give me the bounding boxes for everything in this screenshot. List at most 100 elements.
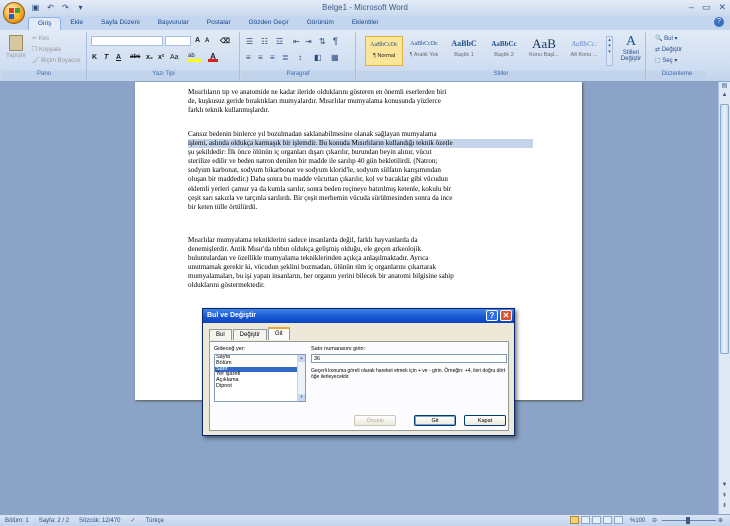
- font-color-icon[interactable]: A: [208, 52, 218, 62]
- line-spacing-icon[interactable]: ↕: [298, 53, 302, 62]
- tab-insert[interactable]: Ekle: [61, 17, 92, 30]
- change-styles-button[interactable]: A Stilleri Değiştir: [617, 34, 645, 70]
- tab-replace[interactable]: Değiştir: [232, 329, 268, 340]
- change-case-button[interactable]: Aa: [170, 54, 179, 63]
- line-number-input[interactable]: 36: [311, 354, 507, 363]
- web-layout-view-icon[interactable]: [592, 516, 601, 524]
- bullets-icon[interactable]: ☰: [246, 37, 253, 46]
- list-item[interactable]: Dipnot: [215, 383, 298, 390]
- tab-home[interactable]: Giriş: [28, 17, 62, 30]
- increase-indent-icon[interactable]: ⇥: [305, 37, 312, 46]
- style-heading-1[interactable]: AaBbC Başlık 1: [445, 36, 483, 66]
- align-center-icon[interactable]: ≡: [258, 53, 263, 62]
- previous-page-icon[interactable]: ⇞: [719, 492, 730, 502]
- goto-panel: Gideceğ yer: Sayfa Bölüm Satır Yer işare…: [209, 341, 509, 431]
- go-to-button[interactable]: Git: [414, 415, 456, 426]
- dialog-titlebar[interactable]: Bul ve Değiştir ? ✕: [203, 309, 514, 323]
- full-screen-view-icon[interactable]: [581, 516, 590, 524]
- list-scroll-down-icon[interactable]: ▼: [298, 394, 305, 401]
- grow-font-button[interactable]: A: [195, 37, 200, 46]
- sort-icon[interactable]: ⇅: [319, 37, 326, 46]
- align-right-icon[interactable]: ≡: [270, 53, 275, 62]
- bold-button[interactable]: K: [92, 54, 97, 63]
- zoom-slider-thumb[interactable]: [686, 517, 690, 524]
- clear-format-icon[interactable]: ⌫: [220, 37, 230, 46]
- vertical-scrollbar[interactable]: ▤ ▲ ▼ ⇞ ⇟: [718, 82, 730, 514]
- style-normal[interactable]: AaBbCcDc ¶ Normal: [365, 36, 403, 66]
- maximize-button[interactable]: ▭: [702, 2, 711, 13]
- outline-view-icon[interactable]: [603, 516, 612, 524]
- tab-goto[interactable]: Git: [268, 327, 290, 340]
- highlight-color-icon[interactable]: ab: [188, 53, 202, 62]
- paragraph-group: ☰ ☷ ☲ ⇤ ⇥ ⇅ ¶ ≡ ≡ ≡ ≣ ↕ ◧ ▦ Paragraf: [241, 32, 356, 80]
- next-page-icon[interactable]: ⇟: [719, 502, 730, 512]
- font-name-input[interactable]: [91, 36, 163, 46]
- style-heading-2[interactable]: AaBbCc Başlık 2: [485, 36, 523, 66]
- strikethrough-button[interactable]: abc: [130, 54, 140, 63]
- tab-view[interactable]: Görünüm: [298, 17, 343, 30]
- tab-references[interactable]: Başvurular: [149, 17, 198, 30]
- status-words[interactable]: Sözcük: 12/470: [74, 518, 125, 524]
- italic-button[interactable]: T: [104, 54, 108, 63]
- underline-button[interactable]: A: [116, 54, 121, 63]
- tab-find[interactable]: Bul: [209, 329, 232, 340]
- view-buttons: [570, 516, 623, 524]
- show-formatting-icon[interactable]: ¶: [333, 36, 338, 46]
- find-button[interactable]: 🔍 Bul ▾: [655, 35, 678, 42]
- select-button[interactable]: ⬚ Seç ▾: [655, 57, 677, 64]
- status-section[interactable]: Bölüm: 1: [0, 518, 34, 524]
- style-subtitle[interactable]: AaBbCc. Alt Konu ...: [565, 36, 603, 66]
- ribbon: Yapıştır ✂ Kes ❐ Kopyala 🖌 Biçim Boyacıs…: [0, 30, 730, 82]
- shading-icon[interactable]: ◧: [314, 53, 322, 62]
- multilevel-list-icon[interactable]: ☲: [276, 37, 283, 46]
- superscript-button[interactable]: x²: [158, 54, 164, 63]
- format-painter-button[interactable]: 🖌 Biçim Boyacısı: [32, 57, 81, 64]
- office-button[interactable]: [3, 2, 25, 24]
- document-workspace[interactable]: Mısırlıların tıp ve anatomide ne kadar i…: [0, 82, 718, 514]
- font-size-input[interactable]: [165, 36, 191, 46]
- scroll-down-icon[interactable]: ▼: [719, 482, 730, 492]
- styles-scroll-icon[interactable]: ▴ ▾ ▾: [606, 36, 613, 66]
- copy-button[interactable]: ❐ Kopyala: [32, 46, 61, 53]
- paste-button[interactable]: Yapıştır: [5, 34, 27, 68]
- cut-button[interactable]: ✂ Kes: [32, 35, 49, 42]
- draft-view-icon[interactable]: [614, 516, 623, 524]
- status-page[interactable]: Sayfa: 2 / 2: [34, 518, 74, 524]
- justify-icon[interactable]: ≣: [282, 53, 289, 62]
- ruler-toggle-icon[interactable]: ▤: [719, 82, 730, 92]
- close-window-button[interactable]: ✕: [718, 2, 726, 13]
- shrink-font-button[interactable]: A: [205, 38, 209, 47]
- replace-button[interactable]: ⇄ Değiştir: [655, 46, 682, 53]
- list-scrollbar[interactable]: ▲ ▼: [297, 355, 305, 401]
- help-icon[interactable]: ?: [714, 17, 724, 27]
- dialog-close-button[interactable]: ✕: [500, 310, 512, 321]
- subscript-button[interactable]: x₂: [146, 54, 153, 63]
- tab-page-layout[interactable]: Sayfa Düzeni: [92, 17, 149, 30]
- zoom-out-icon[interactable]: ⊖: [652, 517, 657, 524]
- tab-review[interactable]: Gözden Geçir: [240, 17, 298, 30]
- paragraph-1: Mısırlıların tıp ve anatomide ne kadar i…: [188, 88, 447, 115]
- binoculars-icon: 🔍: [655, 36, 665, 42]
- minimize-button[interactable]: –: [689, 2, 694, 13]
- previous-button[interactable]: Önceki: [354, 415, 396, 426]
- proofing-icon[interactable]: ✓: [125, 517, 140, 524]
- clipboard-group: Yapıştır ✂ Kes ❐ Kopyala 🖌 Biçim Boyacıs…: [2, 32, 87, 80]
- borders-icon[interactable]: ▦: [331, 53, 339, 62]
- decrease-indent-icon[interactable]: ⇤: [293, 37, 300, 46]
- dialog-help-button[interactable]: ?: [486, 310, 498, 321]
- go-to-what-list[interactable]: Sayfa Bölüm Satır Yer işareti Açıklama D…: [214, 354, 306, 402]
- list-scroll-up-icon[interactable]: ▲: [298, 355, 305, 362]
- style-title[interactable]: AaB Konu Başl...: [525, 36, 563, 66]
- tab-mailings[interactable]: Postalar: [198, 17, 240, 30]
- align-left-icon[interactable]: ≡: [246, 53, 251, 62]
- scroll-up-icon[interactable]: ▲: [719, 92, 730, 102]
- status-language[interactable]: Türkçe: [140, 518, 168, 524]
- numbering-icon[interactable]: ☷: [261, 37, 268, 46]
- print-layout-view-icon[interactable]: [570, 516, 579, 524]
- zoom-in-icon[interactable]: ⊕: [718, 517, 723, 524]
- scroll-thumb[interactable]: [720, 104, 729, 354]
- tab-add-ins[interactable]: Eklentiler: [343, 17, 388, 30]
- close-button[interactable]: Kapat: [464, 415, 506, 426]
- status-zoom[interactable]: %100: [630, 518, 645, 524]
- style-no-spacing[interactable]: AaBbCcDc ¶ Aralık Yok: [405, 36, 443, 66]
